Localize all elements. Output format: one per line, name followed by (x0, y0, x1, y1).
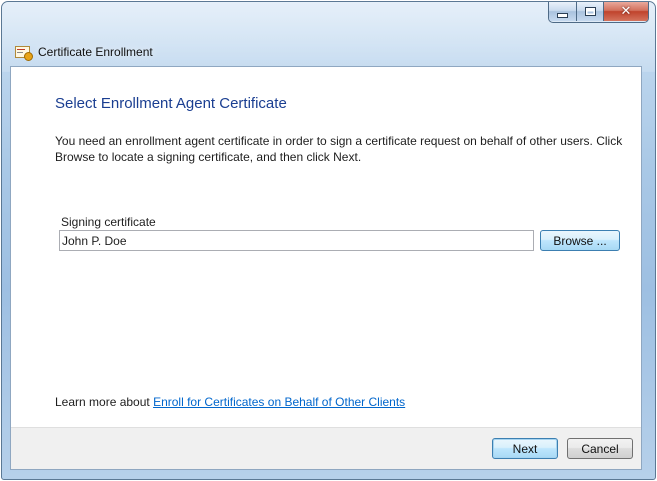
learn-more-prefix: Learn more about (55, 395, 154, 409)
certificate-icon (15, 44, 33, 61)
maximize-icon (584, 7, 596, 16)
window-title: Certificate Enrollment (38, 45, 153, 59)
wizard-content: Select Enrollment Agent Certificate You … (10, 66, 642, 470)
title-bar: Certificate Enrollment (15, 44, 153, 61)
signing-certificate-input[interactable] (59, 230, 534, 251)
page-title: Select Enrollment Agent Certificate (55, 95, 287, 112)
wizard-footer: Next Cancel (11, 427, 641, 469)
close-button[interactable]: ✕ (603, 2, 648, 21)
cancel-button[interactable]: Cancel (567, 438, 633, 459)
page-description: You need an enrollment agent certificate… (55, 134, 623, 164)
close-icon: ✕ (620, 4, 632, 19)
certificate-enrollment-window: ✕ Certificate Enrollment Select Enrollme… (1, 1, 656, 480)
caption-buttons: ✕ (548, 2, 649, 23)
next-button[interactable]: Next (492, 438, 558, 459)
learn-more-link[interactable]: Enroll for Certificates on Behalf of Oth… (153, 395, 405, 409)
signing-certificate-label: Signing certificate (61, 215, 156, 229)
browse-button[interactable]: Browse ... (540, 230, 620, 251)
maximize-button[interactable] (576, 2, 603, 21)
learn-more: Learn more about Enroll for Certificates… (55, 395, 405, 409)
minimize-icon (557, 12, 568, 18)
minimize-button[interactable] (549, 2, 576, 21)
